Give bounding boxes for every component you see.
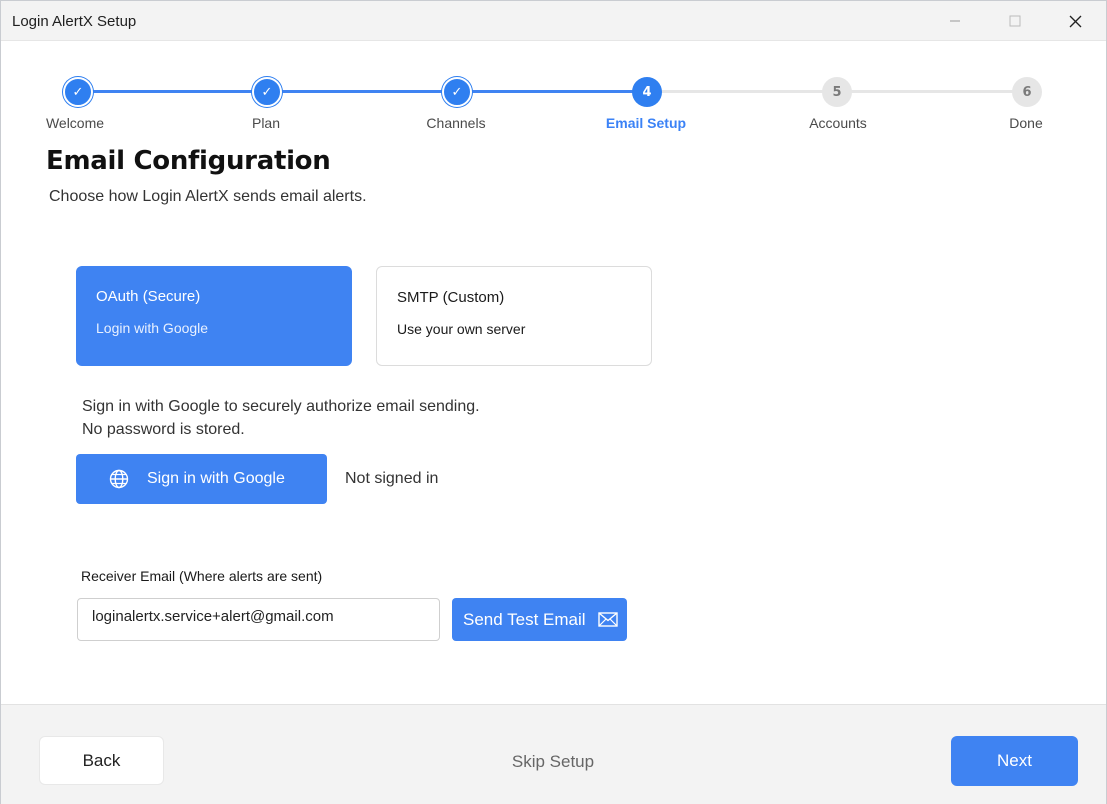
- step-1-circle: ✓: [63, 77, 93, 107]
- page-subtitle: Choose how Login AlertX sends email aler…: [49, 188, 367, 205]
- window-title: Login AlertX Setup: [12, 13, 137, 30]
- step-label-channels: Channels: [426, 115, 486, 131]
- setup-window: Login AlertX Setup ✓ ✓ ✓ 4 5 6 Welcome P…: [0, 0, 1107, 804]
- close-button[interactable]: [1045, 1, 1105, 41]
- oauth-info-line-2: No password is stored.: [82, 421, 245, 438]
- smtp-card-subtitle: Use your own server: [397, 321, 526, 337]
- minimize-icon: [950, 20, 960, 22]
- mail-icon: [597, 612, 618, 627]
- oauth-card-subtitle: Login with Google: [96, 320, 209, 336]
- step-3-circle: ✓: [442, 77, 472, 107]
- step-label-welcome: Welcome: [45, 115, 105, 131]
- footer-bar: Back Skip Setup Next: [1, 704, 1106, 804]
- back-button[interactable]: Back: [39, 736, 164, 785]
- step-5-circle: 5: [822, 77, 852, 107]
- step-4-circle: 4: [632, 77, 662, 107]
- skip-setup-link[interactable]: Skip Setup: [473, 752, 633, 772]
- step-2-circle: ✓: [252, 77, 282, 107]
- oauth-info-text: Sign in with Google to securely authoriz…: [82, 395, 480, 441]
- step-label-email-setup: Email Setup: [605, 115, 687, 131]
- title-bar: Login AlertX Setup: [1, 1, 1106, 41]
- minimize-button[interactable]: [925, 1, 985, 41]
- close-icon: [1069, 15, 1081, 27]
- checkmark-icon: ✓: [451, 84, 463, 100]
- send-test-email-button[interactable]: Send Test Email: [452, 598, 627, 641]
- oauth-card-title: OAuth (Secure): [96, 288, 201, 305]
- sign-in-label: Sign in with Google: [147, 470, 285, 487]
- oauth-info-line-1: Sign in with Google to securely authoriz…: [82, 398, 480, 415]
- smtp-method-card[interactable]: SMTP (Custom) Use your own server: [376, 266, 652, 366]
- globe-icon: [108, 468, 130, 490]
- receiver-email-label: Receiver Email (Where alerts are sent): [81, 568, 323, 584]
- step-label-done: Done: [1009, 115, 1043, 131]
- step-label-plan: Plan: [251, 115, 281, 131]
- oauth-method-card[interactable]: OAuth (Secure) Login with Google: [76, 266, 352, 366]
- sign-in-status: Not signed in: [345, 470, 439, 487]
- step-label-accounts: Accounts: [809, 115, 867, 131]
- page-title: Email Configuration: [46, 146, 331, 176]
- smtp-card-title: SMTP (Custom): [397, 289, 505, 306]
- maximize-icon: [1009, 15, 1021, 27]
- checkmark-icon: ✓: [72, 84, 84, 100]
- receiver-email-input[interactable]: [77, 598, 440, 641]
- send-test-email-label: Send Test Email: [463, 609, 586, 629]
- next-button[interactable]: Next: [951, 736, 1078, 786]
- stepper-progress-line: [78, 90, 647, 93]
- step-6-circle: 6: [1012, 77, 1042, 107]
- sign-in-with-google-button[interactable]: Sign in with Google: [76, 454, 327, 504]
- maximize-button[interactable]: [985, 1, 1045, 41]
- checkmark-icon: ✓: [261, 84, 273, 100]
